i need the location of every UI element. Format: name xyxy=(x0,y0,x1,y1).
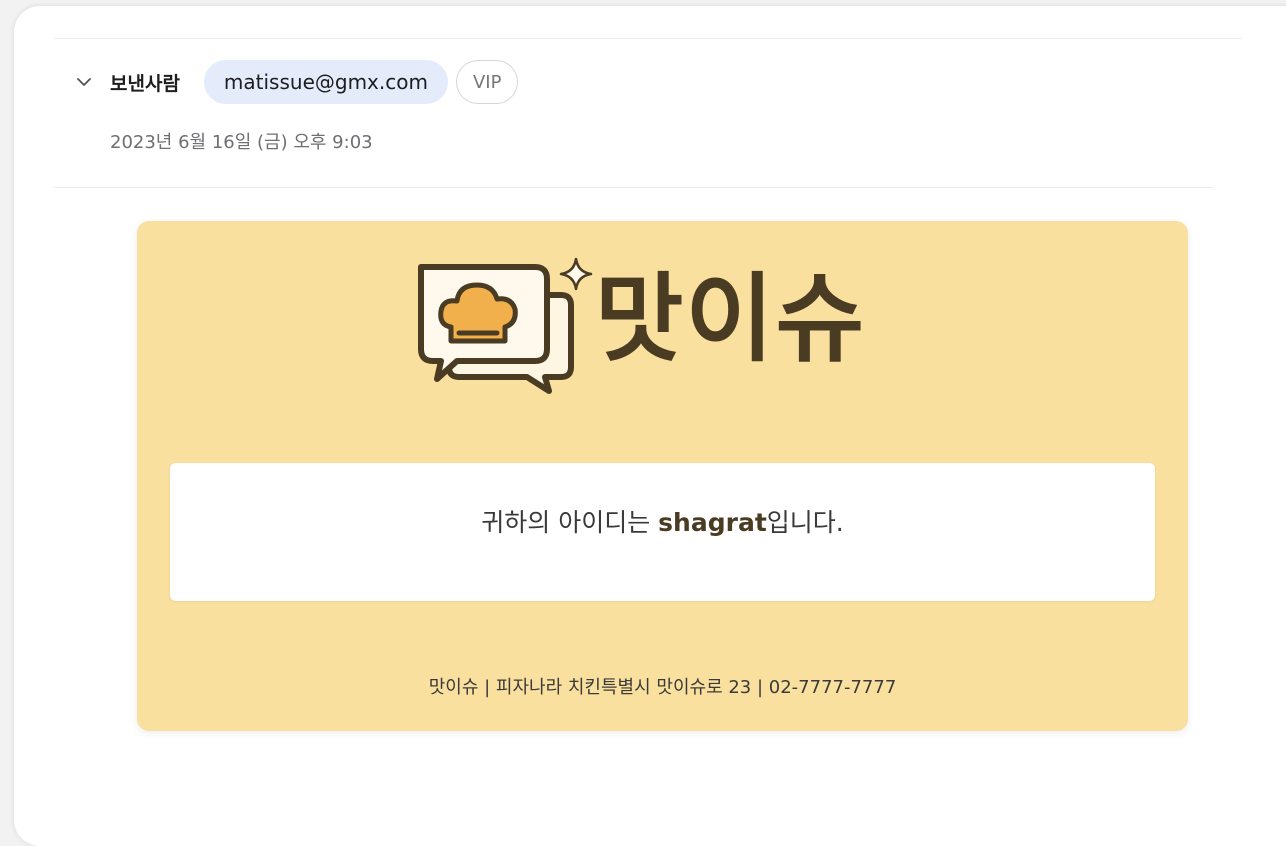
message-prefix: 귀하의 아이디는 xyxy=(481,508,659,537)
divider xyxy=(54,38,1242,39)
sent-date: 2023년 6월 16일 (금) 오후 9:03 xyxy=(110,132,373,153)
sparkle-icon xyxy=(559,257,593,295)
sender-label: 보낸사람 xyxy=(110,72,180,95)
sender-email-chip[interactable]: matissue@gmx.com xyxy=(203,60,448,104)
sender-row: 보낸사람 matissue@gmx.com VIP xyxy=(76,59,519,105)
email-view: 보낸사람 matissue@gmx.com VIP 2023년 6월 16일 (… xyxy=(14,6,1286,846)
message-box: 귀하의 아이디는 shagrat입니다. xyxy=(170,463,1155,601)
brand-name: 맛이슈 xyxy=(595,263,866,375)
mail-content: 맛이슈 귀하의 아이디는 shagrat입니다. 맛이슈 | 피자나라 치킨특별… xyxy=(137,221,1188,731)
chef-hat-chat-bubbles-icon xyxy=(411,257,575,399)
user-id: shagrat xyxy=(658,508,767,537)
id-message: 귀하의 아이디는 shagrat입니다. xyxy=(170,503,1155,539)
mail-footer: 맛이슈 | 피자나라 치킨특별시 맛이슈로 23 | 02-7777-7777 xyxy=(428,677,897,698)
vip-badge[interactable]: VIP xyxy=(455,60,519,104)
message-suffix: 입니다. xyxy=(766,508,844,537)
chevron-down-icon[interactable] xyxy=(76,74,92,90)
brand-logo: 맛이슈 xyxy=(411,249,931,409)
divider xyxy=(54,187,1214,188)
